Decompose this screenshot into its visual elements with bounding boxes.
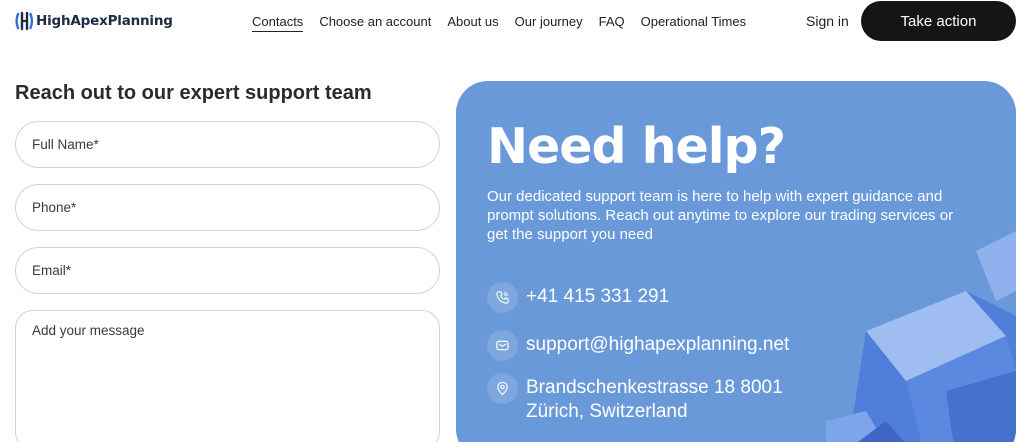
phone-number: +41 415 331 291 — [526, 286, 670, 307]
nav-item-about-us[interactable]: About us — [447, 14, 498, 32]
form-title: Reach out to our expert support team — [15, 82, 372, 104]
email-input[interactable] — [16, 248, 439, 293]
location-pin-icon — [487, 373, 518, 404]
address-block: Brandschenkestrasse 18 8001 Zürich, Swit… — [526, 373, 783, 424]
nav-item-choose-account[interactable]: Choose an account — [319, 14, 431, 32]
phone-field-wrapper — [15, 184, 440, 231]
full-name-input[interactable] — [16, 122, 439, 167]
site-header: HighApexPlanning Contacts Choose an acco… — [0, 0, 1024, 44]
message-textarea[interactable] — [16, 311, 439, 442]
nav-item-contacts[interactable]: Contacts — [252, 14, 304, 32]
nav-item-faq[interactable]: FAQ — [599, 14, 625, 32]
sign-in-link[interactable]: Sign in — [806, 13, 849, 29]
phone-input[interactable] — [16, 185, 439, 230]
nav-item-operational-times[interactable]: Operational Times — [641, 14, 747, 32]
decorative-cubes — [826, 231, 1016, 442]
address-line-2: Zürich, Switzerland — [526, 401, 688, 422]
help-title: Need help? — [487, 118, 786, 175]
logo-mark-icon — [15, 11, 33, 31]
contact-phone[interactable]: +41 415 331 291 — [487, 282, 669, 313]
address-line-1: Brandschenkestrasse 18 8001 — [526, 377, 783, 398]
full-name-field-wrapper — [15, 121, 440, 168]
email-address: support@highapexplanning.net — [526, 334, 790, 355]
help-description: Our dedicated support team is here to he… — [487, 188, 954, 243]
message-field-wrapper — [15, 310, 440, 442]
phone-icon — [487, 282, 518, 313]
brand-logo[interactable]: HighApexPlanning — [15, 11, 173, 31]
contact-email[interactable]: support@highapexplanning.net — [487, 330, 789, 361]
brand-name: HighApexPlanning — [36, 13, 173, 29]
email-field-wrapper — [15, 247, 440, 294]
nav-item-our-journey[interactable]: Our journey — [515, 14, 583, 32]
mail-icon — [487, 330, 518, 361]
contact-address: Brandschenkestrasse 18 8001 Zürich, Swit… — [487, 373, 783, 424]
help-card: Need help? Our dedicated support team is… — [456, 81, 1016, 442]
main-nav: Contacts Choose an account About us Our … — [252, 14, 746, 32]
take-action-button[interactable]: Take action — [861, 1, 1016, 41]
